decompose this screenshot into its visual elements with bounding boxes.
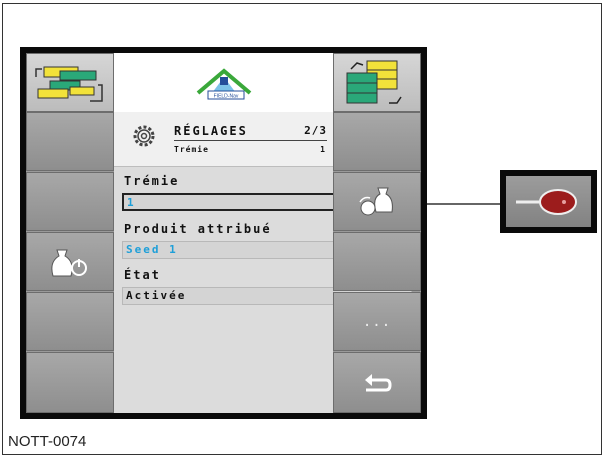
layout-switch-icon xyxy=(35,66,103,102)
state-label: État xyxy=(124,268,161,282)
screen-switch-icon xyxy=(346,60,402,104)
screen-header: FIELD-Nav xyxy=(114,53,333,112)
terminal-screen: FIELD-Nav RÉGLAGES 2/3 Trémie 1 Trémie 1… xyxy=(26,53,421,413)
bag-swap-icon xyxy=(359,187,393,215)
terminal-bezel: FIELD-Nav RÉGLAGES 2/3 Trémie 1 Trémie 1… xyxy=(20,47,427,419)
gear-icon xyxy=(133,125,155,147)
settings-title-row: RÉGLAGES 2/3 Trémie 1 xyxy=(114,112,333,167)
page-title: RÉGLAGES xyxy=(174,124,248,138)
softkey-right-2[interactable] xyxy=(333,112,421,171)
subtitle-index: 1 xyxy=(320,145,325,154)
callout-connector xyxy=(427,203,500,205)
callout-button xyxy=(506,176,591,227)
softkey-left-6[interactable] xyxy=(26,352,114,413)
softkey-bag-swap[interactable] xyxy=(333,172,421,231)
softkey-screen-switch[interactable] xyxy=(333,53,421,112)
softkey-left-2[interactable] xyxy=(26,112,114,171)
figure-reference-code: NOTT-0074 xyxy=(8,433,87,450)
softkey-left-3[interactable] xyxy=(26,172,114,231)
softkey-left-5[interactable] xyxy=(26,292,114,351)
more-icon: ... xyxy=(362,313,392,330)
hopper-label: Trémie xyxy=(124,174,180,188)
page-subtitle: Trémie xyxy=(174,145,209,154)
settings-panel: RÉGLAGES 2/3 Trémie 1 Trémie 1 Produit a… xyxy=(114,112,412,413)
logo-text: FIELD-Nav xyxy=(213,93,238,99)
softkey-bag-power[interactable] xyxy=(26,232,114,291)
softkey-more[interactable]: ... xyxy=(333,292,421,351)
softkey-back[interactable] xyxy=(333,352,421,413)
page-indicator: 2/3 xyxy=(304,124,327,137)
softkey-layout-switch[interactable] xyxy=(26,53,114,112)
title-divider xyxy=(174,140,327,141)
pointer-hand-icon xyxy=(515,188,577,215)
field-nav-logo-icon: FIELD-Nav xyxy=(196,67,251,99)
back-icon xyxy=(365,373,392,391)
softkey-right-4[interactable] xyxy=(333,232,421,291)
assigned-product-label: Produit attribué xyxy=(124,222,272,236)
bag-power-icon xyxy=(51,249,87,276)
callout-box xyxy=(500,170,597,233)
